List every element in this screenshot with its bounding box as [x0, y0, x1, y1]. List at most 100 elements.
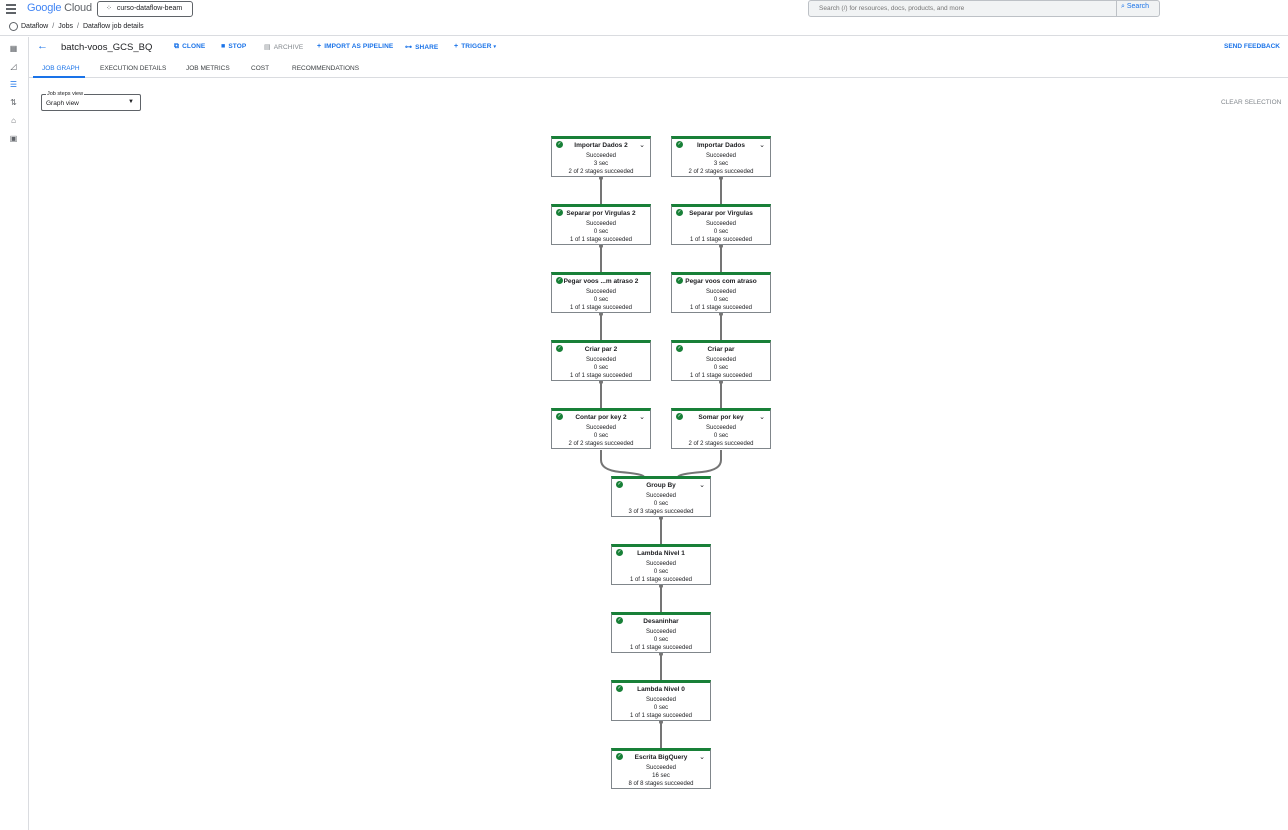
node-name: Somar por key: [698, 414, 744, 421]
node-time: 0 sec: [593, 229, 609, 235]
import-pipeline-button[interactable]: + IMPORT AS PIPELINE: [317, 43, 393, 50]
graph-node-separar-por-virgulas[interactable]: ✓ Separar por Virgulas Succeeded 0 sec 1…: [671, 204, 771, 245]
graph-node-criar-par[interactable]: ✓ Criar par Succeeded 0 sec 1 of 1 stage…: [671, 340, 771, 381]
tab-job-graph[interactable]: JOB GRAPH: [42, 65, 80, 72]
clear-selection-button[interactable]: CLEAR SELECTION: [1221, 99, 1281, 106]
top-bar: Google Cloud ⁘ curso-dataflow-beam ⌕ Sea…: [0, 0, 1288, 18]
tab-recommendations[interactable]: RECOMMENDATIONS: [292, 65, 359, 72]
back-arrow-icon[interactable]: ←: [37, 40, 48, 52]
project-name: curso-dataflow-beam: [116, 5, 183, 12]
node-stages: 1 of 1 stage succeeded: [629, 713, 693, 719]
node-stages: 1 of 1 stage succeeded: [689, 305, 753, 311]
node-time: 0 sec: [653, 569, 669, 575]
node-time: 0 sec: [653, 637, 669, 643]
graph-node-criar-par-2[interactable]: ✓ Criar par 2 Succeeded 0 sec 1 of 1 sta…: [551, 340, 651, 381]
search-button[interactable]: ⌕ Search: [1121, 3, 1149, 11]
breadcrumb-separator: /: [52, 23, 55, 30]
expand-chevron-icon[interactable]: ⌄: [759, 141, 765, 149]
tab-cost[interactable]: COST: [251, 65, 269, 72]
node-time: 0 sec: [653, 705, 669, 711]
expand-chevron-icon[interactable]: ⌄: [699, 481, 705, 489]
node-name: Criar par: [707, 346, 735, 353]
clone-label: CLONE: [182, 43, 206, 50]
graph-node-escrita-bigquery[interactable]: ✓ Escrita BigQuery ⌄ Succeeded 16 sec 8 …: [611, 748, 711, 789]
breadcrumb-jobs[interactable]: Jobs: [58, 23, 73, 30]
graph-node-separar-por-virgulas-2[interactable]: ✓ Separar por Virgulas 2 Succeeded 0 sec…: [551, 204, 651, 245]
job-title: batch-voos_GCS_BQ: [61, 42, 153, 53]
node-time: 3 sec: [593, 161, 609, 167]
node-status: Succeeded: [645, 493, 677, 499]
dashboard-icon[interactable]: ▦: [9, 44, 18, 53]
archive-button[interactable]: ▤ ARCHIVE: [264, 43, 303, 51]
share-button[interactable]: ⊶ SHARE: [405, 43, 438, 51]
node-status: Succeeded: [705, 357, 737, 363]
pipeline-icon[interactable]: ⇅: [9, 98, 18, 107]
node-time: 0 sec: [593, 433, 609, 439]
graph-node-lambda-nivel-0[interactable]: ✓ Lambda Nivel 0 Succeeded 0 sec 1 of 1 …: [611, 680, 711, 721]
graph-node-importar-dados[interactable]: ✓ Importar Dados ⌄ Succeeded 3 sec 2 of …: [671, 136, 771, 177]
left-nav-rail: ▦ ◿ ☰ ⇅ ⌂ ▣: [0, 37, 29, 830]
clone-icon: ⧉: [174, 43, 180, 50]
node-name: Separar por Virgulas 2: [566, 210, 636, 217]
expand-chevron-icon[interactable]: ⌄: [639, 141, 645, 149]
node-stages: 1 of 1 stage succeeded: [689, 373, 753, 379]
expand-chevron-icon[interactable]: ⌄: [639, 413, 645, 421]
list-icon[interactable]: ☰: [9, 80, 18, 89]
breadcrumb-dataflow[interactable]: Dataflow: [21, 23, 48, 30]
node-stages: 1 of 1 stage succeeded: [629, 577, 693, 583]
graph-node-lambda-nivel-1[interactable]: ✓ Lambda Nivel 1 Succeeded 0 sec 1 of 1 …: [611, 544, 711, 585]
tab-bar: JOB GRAPH EXECUTION DETAILS JOB METRICS …: [29, 59, 1288, 78]
trigger-label: TRIGGER: [461, 43, 492, 50]
graph-node-somar-por-key[interactable]: ✓ Somar por key ⌄ Succeeded 0 sec 2 of 2…: [671, 408, 771, 449]
dataflow-icon: [9, 22, 18, 31]
tab-execution-details[interactable]: EXECUTION DETAILS: [100, 65, 166, 72]
job-header: ← batch-voos_GCS_BQ ⧉ CLONE ■ STOP ▤ ARCHIV…: [29, 37, 1288, 59]
node-status: Succeeded: [705, 221, 737, 227]
graph-node-group-by[interactable]: ✓ Group By ⌄ Succeeded 0 sec 3 of 3 stag…: [611, 476, 711, 517]
graph-node-pegar-voos-com-atraso-2[interactable]: ✓ Pegar voos ...m atraso 2 Succeeded 0 s…: [551, 272, 651, 313]
expand-chevron-icon[interactable]: ⌄: [699, 753, 705, 761]
tab-job-metrics[interactable]: JOB METRICS: [186, 65, 230, 72]
stop-button[interactable]: ■ STOP: [221, 43, 246, 50]
import-label: IMPORT AS PIPELINE: [324, 43, 394, 50]
node-name: Pegar voos com atraso: [685, 278, 757, 285]
chart-icon[interactable]: ◿: [9, 62, 18, 71]
menu-icon[interactable]: [6, 4, 16, 14]
plus-icon: +: [454, 43, 459, 50]
logo-cloud: Cloud: [64, 2, 92, 14]
graph-node-contar-por-key-2[interactable]: ✓ Contar por key 2 ⌄ Succeeded 0 sec 2 o…: [551, 408, 651, 449]
snapshot-icon[interactable]: ▣: [9, 134, 18, 143]
node-name: Desaninhar: [643, 618, 679, 625]
node-name: Group By: [646, 482, 676, 489]
graph-node-pegar-voos-com-atraso[interactable]: ✓ Pegar voos com atraso Succeeded 0 sec …: [671, 272, 771, 313]
node-stages: 1 of 1 stage succeeded: [689, 237, 753, 243]
project-selector[interactable]: ⁘ curso-dataflow-beam: [97, 1, 193, 17]
node-stages: 1 of 1 stage succeeded: [569, 373, 633, 379]
share-label: SHARE: [415, 44, 439, 51]
send-feedback-button[interactable]: SEND FEEDBACK: [1224, 43, 1280, 50]
job-steps-view-select[interactable]: Job steps view Graph view ▼: [41, 91, 141, 111]
search-icon: ⌕: [1121, 3, 1125, 10]
expand-chevron-icon[interactable]: ⌄: [759, 413, 765, 421]
google-cloud-logo[interactable]: Google Cloud: [27, 2, 92, 14]
logo-google: Google: [27, 2, 62, 14]
plus-icon: +: [317, 43, 322, 50]
node-time: 0 sec: [653, 501, 669, 507]
breadcrumb-separator: /: [76, 23, 79, 30]
search-button-label: Search: [1126, 3, 1150, 10]
clone-button[interactable]: ⧉ CLONE: [174, 43, 205, 51]
node-time: 0 sec: [713, 433, 729, 439]
node-status: Succeeded: [585, 221, 617, 227]
node-status: Succeeded: [645, 629, 677, 635]
caret-down-icon: ▼: [128, 99, 134, 105]
graph-node-desaninhar[interactable]: ✓ Desaninhar Succeeded 0 sec 1 of 1 stag…: [611, 612, 711, 653]
trigger-button[interactable]: + TRIGGER ▾: [454, 43, 496, 50]
node-time: 16 sec: [652, 773, 670, 779]
graph-node-importar-dados-2[interactable]: ✓ Importar Dados 2 ⌄ Succeeded 3 sec 2 o…: [551, 136, 651, 177]
search-input[interactable]: [809, 1, 1117, 16]
node-status: Succeeded: [585, 289, 617, 295]
workbench-icon[interactable]: ⌂: [9, 116, 18, 125]
node-status: Succeeded: [705, 425, 737, 431]
archive-icon: ▤: [264, 44, 271, 51]
share-icon: ⊶: [405, 44, 413, 51]
